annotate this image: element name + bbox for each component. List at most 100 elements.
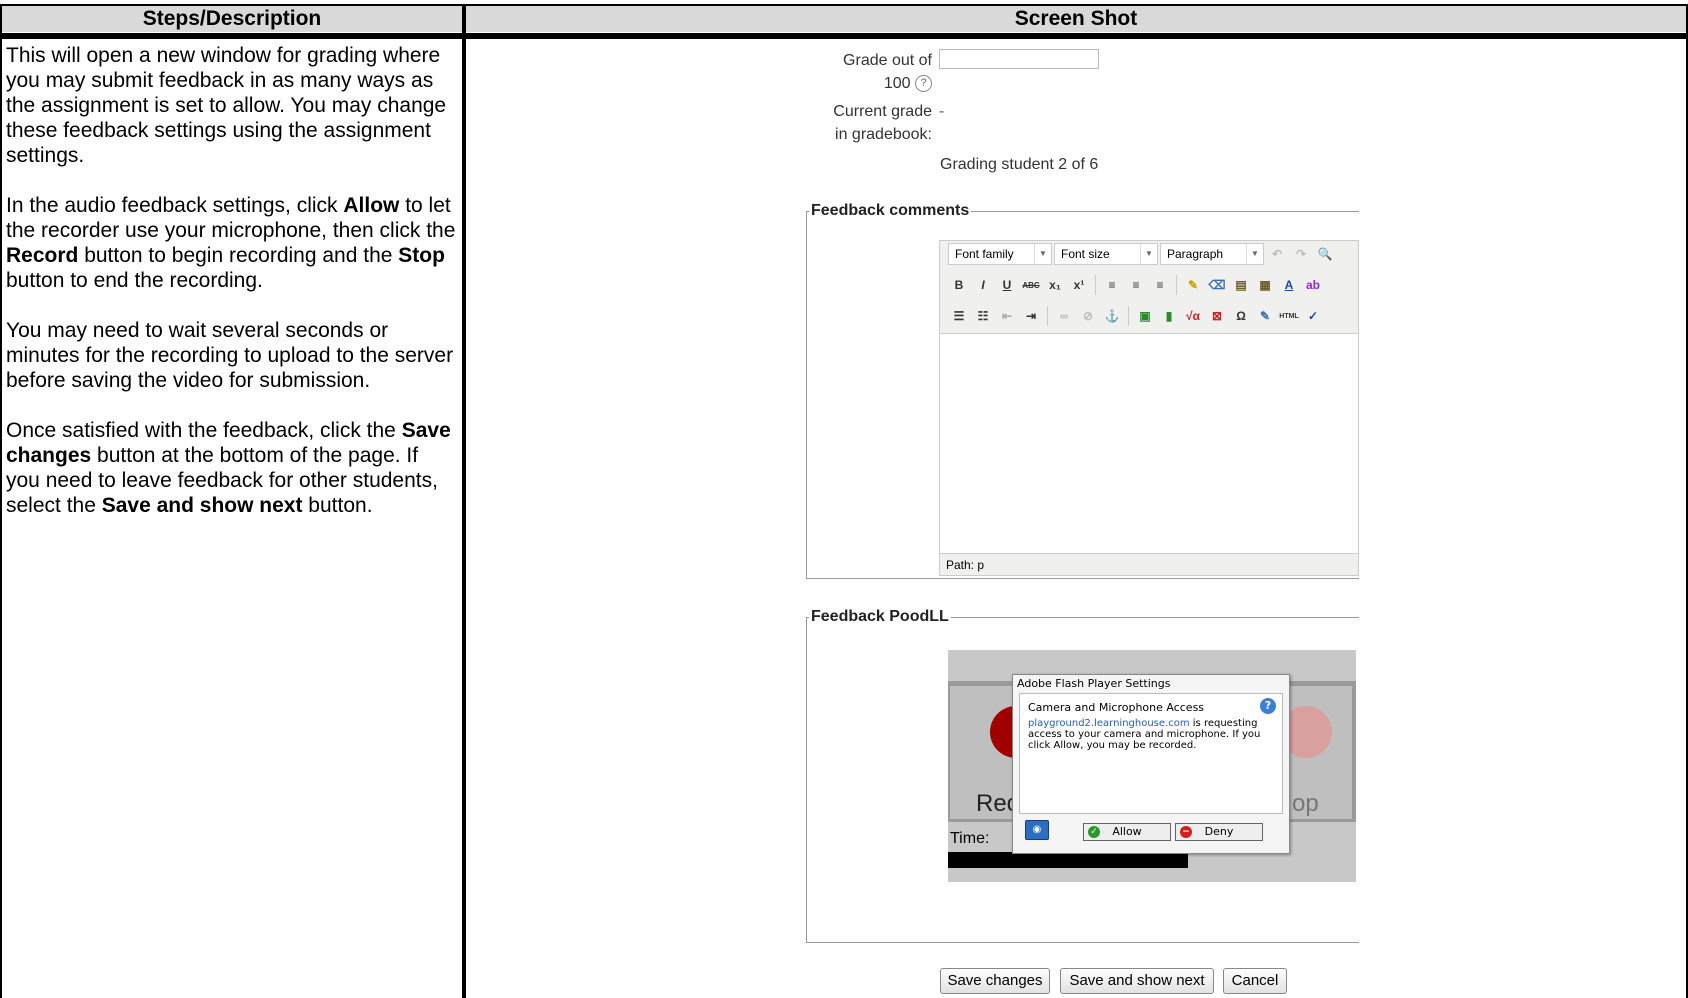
moodle-media-icon[interactable]: ⊠	[1206, 305, 1228, 327]
grade-input[interactable]	[939, 49, 1099, 69]
media-icon[interactable]: ▮	[1158, 305, 1180, 327]
html-icon[interactable]: HTML	[1278, 305, 1300, 327]
desc-bold-allow: Allow	[343, 194, 400, 217]
outdent-icon[interactable]: ⇤	[996, 305, 1018, 327]
desc-paragraph-2: In the audio feedback settings, click Al…	[6, 193, 456, 293]
spellcheck-icon[interactable]: ✓	[1302, 305, 1324, 327]
font-family-label: Font family	[955, 247, 1014, 261]
desc-text: In the audio feedback settings, click	[6, 194, 344, 217]
superscript-icon[interactable]: x¹	[1068, 274, 1090, 296]
editor-text-area[interactable]	[940, 333, 1358, 554]
flash-dialog-title: Adobe Flash Player Settings	[1017, 677, 1171, 690]
grade-max: 100	[883, 75, 911, 92]
chevron-down-icon: ▼	[1140, 244, 1157, 264]
bold-icon[interactable]: B	[948, 274, 970, 296]
chevron-down-icon: ▼	[1246, 244, 1263, 264]
undo-icon[interactable]: ↶	[1266, 243, 1288, 265]
font-size-select[interactable]: Font size ▼	[1054, 243, 1158, 265]
flash-dialog-body: Camera and Microphone Access ? playgroun…	[1019, 693, 1283, 814]
feedback-poodll-legend: Feedback PoodLL	[811, 608, 949, 625]
stop-label: op	[1292, 790, 1319, 817]
link-icon[interactable]: ∞	[1053, 305, 1075, 327]
font-size-label: Font size	[1061, 247, 1110, 261]
paste-word-icon[interactable]: ▦	[1254, 274, 1276, 296]
find-icon[interactable]: 🔍	[1314, 243, 1336, 265]
help-icon[interactable]: ?	[1260, 698, 1276, 714]
toolbar-separator	[1128, 306, 1129, 326]
grading-status: Grading student 2 of 6	[940, 156, 1099, 173]
editor-toolbar-1: Font family ▼ Font size ▼ Paragraph ▼ ↶ ↷ 🔍	[948, 241, 1336, 267]
anchor-icon[interactable]: ⚓	[1101, 305, 1123, 327]
unlink-icon[interactable]: ⊘	[1077, 305, 1099, 327]
align-right-icon[interactable]: ≡	[1149, 274, 1171, 296]
save-and-show-next-button[interactable]: Save and show next	[1060, 968, 1214, 994]
stop-button[interactable]: op	[1280, 686, 1352, 819]
flash-message: playground2.learninghouse.com is request…	[1028, 718, 1268, 751]
strikethrough-icon[interactable]: ABC	[1020, 274, 1042, 296]
feedback-comments-legend: Feedback comments	[811, 202, 970, 219]
chevron-down-icon: ▼	[1034, 244, 1051, 264]
grade-max-row: 100 ?	[780, 75, 932, 93]
indent-icon[interactable]: ⇥	[1020, 305, 1042, 327]
deny-button[interactable]: − Deny	[1175, 823, 1263, 841]
desc-bold-stop: Stop	[398, 244, 445, 267]
special-char-icon[interactable]: Ω	[1230, 305, 1252, 327]
italic-icon[interactable]: I	[972, 274, 994, 296]
editor-path: Path: p	[940, 553, 1358, 575]
desc-paragraph-1: This will open a new window for grading …	[6, 44, 447, 167]
current-grade-value: -	[939, 103, 945, 120]
record-button[interactable]: Rec	[950, 686, 1042, 819]
desc-paragraph-4: Once satisfied with the feedback, click …	[6, 418, 456, 518]
desc-text: button.	[302, 494, 373, 517]
paragraph-select[interactable]: Paragraph ▼	[1160, 243, 1264, 265]
save-changes-button[interactable]: Save changes	[940, 968, 1050, 994]
desc-text: button to begin recording and the	[78, 244, 399, 267]
header-steps: Steps/Description	[2, 6, 462, 32]
bullet-list-icon[interactable]: ☰	[948, 305, 970, 327]
deny-label: Deny	[1204, 825, 1234, 838]
font-family-select[interactable]: Font family ▼	[948, 243, 1052, 265]
editor-toolbar-3: ☰ ☷ ⇤ ⇥ ∞ ⊘ ⚓ ▣ ▮ √α ⊠ Ω ✎ HTML ✓	[948, 303, 1324, 329]
desc-text: button to end the recording.	[6, 269, 263, 292]
camera-icon[interactable]: ◉	[1025, 820, 1049, 840]
eraser-icon[interactable]: ⌫	[1206, 274, 1228, 296]
paragraph-label: Paragraph	[1167, 247, 1224, 261]
header-screenshot: Screen Shot	[466, 6, 1686, 32]
table-top-border	[0, 4, 1688, 6]
underline-icon[interactable]: U	[996, 274, 1018, 296]
allow-label: Allow	[1112, 825, 1142, 838]
current-grade-label: Current grade	[833, 103, 932, 120]
flash-heading: Camera and Microphone Access	[1028, 701, 1205, 714]
editor-toolbar-2: B I U ABC x₁ x¹ ≡ ≡ ≡ ✎ ⌫ ▤ ▦ A ab	[948, 272, 1324, 298]
cancel-button[interactable]: Cancel	[1223, 968, 1287, 994]
desc-paragraph-3: You may need to wait several seconds or …	[6, 319, 454, 392]
clean-format-icon[interactable]: ✎	[1182, 274, 1204, 296]
equation-icon[interactable]: √α	[1182, 305, 1204, 327]
steps-description: This will open a new window for grading …	[6, 43, 456, 543]
desc-bold-record: Record	[6, 244, 79, 267]
allow-button[interactable]: ✓ Allow	[1083, 823, 1171, 841]
rich-text-editor: Font family ▼ Font size ▼ Paragraph ▼ ↶ ↷ 🔍…	[939, 240, 1359, 576]
toolbar-separator	[1047, 306, 1048, 326]
recorder-time-label: Time:	[950, 830, 990, 847]
table-header-border	[0, 33, 1688, 39]
document-table: Steps/Description Screen Shot This will …	[0, 0, 1688, 998]
desc-text: Once satisfied with the feedback, click …	[6, 419, 402, 442]
toolbar-separator	[1176, 275, 1177, 295]
help-icon[interactable]: ?	[915, 75, 932, 93]
align-center-icon[interactable]: ≡	[1125, 274, 1147, 296]
image-icon[interactable]: ▣	[1134, 305, 1156, 327]
subscript-icon[interactable]: x₁	[1044, 274, 1066, 296]
highlight-icon[interactable]: ab	[1302, 274, 1324, 296]
table-column-divider	[462, 4, 466, 998]
table-left-border	[0, 4, 2, 998]
flash-host-link: playground2.learninghouse.com	[1028, 718, 1190, 729]
align-left-icon[interactable]: ≡	[1101, 274, 1123, 296]
grade-label: Grade out of	[843, 52, 932, 69]
redo-icon[interactable]: ↷	[1290, 243, 1312, 265]
current-grade-label-2: in gradebook:	[835, 126, 932, 143]
font-color-icon[interactable]: A	[1278, 274, 1300, 296]
edit-icon[interactable]: ✎	[1254, 305, 1276, 327]
paste-text-icon[interactable]: ▤	[1230, 274, 1252, 296]
numbered-list-icon[interactable]: ☷	[972, 305, 994, 327]
